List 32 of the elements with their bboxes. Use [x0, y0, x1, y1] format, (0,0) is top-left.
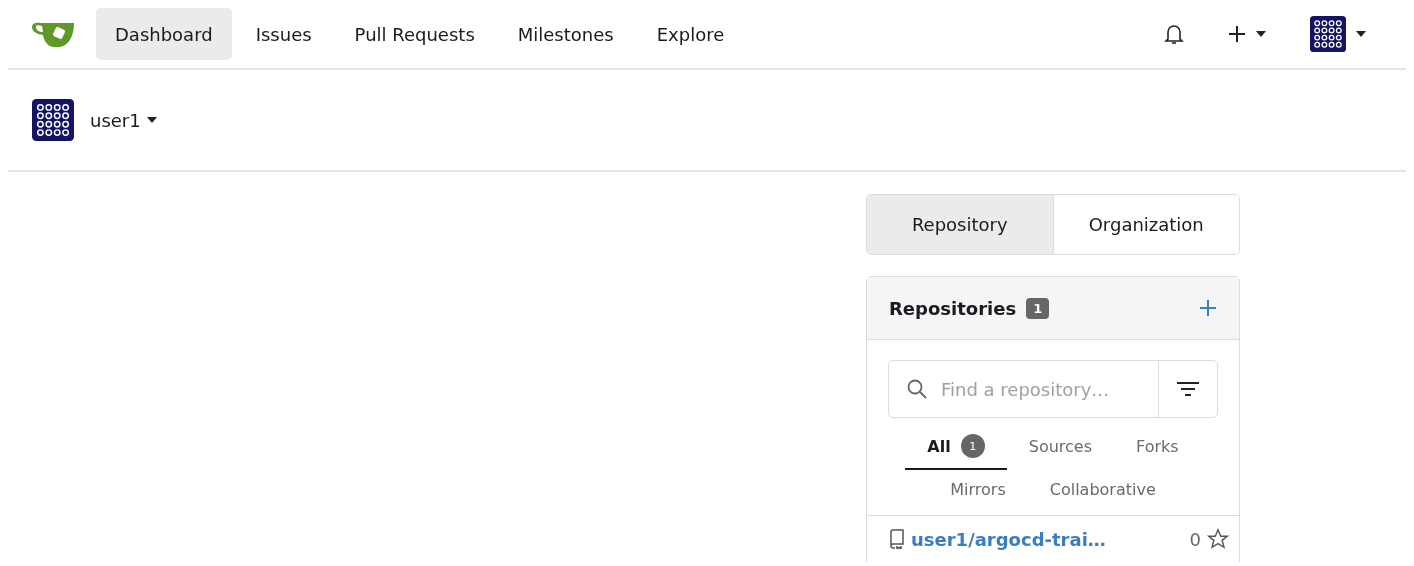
panel-title: Repositories [889, 297, 1017, 319]
caret-icon [146, 117, 157, 123]
switch-tab[interactable]: Repository [867, 195, 1053, 254]
nav-item[interactable]: Dashboard [96, 8, 232, 60]
nav-item[interactable]: Pull Requests [335, 8, 494, 60]
repo-icon [889, 529, 905, 549]
context-user-switch[interactable]: user1 [90, 109, 157, 131]
repo-link[interactable]: user1/argocd-trai… [911, 528, 1106, 550]
create-menu[interactable] [1228, 25, 1266, 43]
nav-item[interactable]: Milestones [498, 8, 633, 60]
filter-tab[interactable]: Mirrors [928, 470, 1028, 511]
caret-icon [1256, 31, 1266, 37]
nav-item[interactable]: Explore [637, 8, 744, 60]
user-menu[interactable] [1310, 16, 1366, 52]
filter-tab[interactable]: Sources [1006, 424, 1114, 470]
switch-tab[interactable]: Organization [1052, 195, 1239, 254]
caret-icon [1356, 31, 1366, 37]
star-icon[interactable] [1207, 528, 1229, 550]
avatar-icon [32, 99, 74, 141]
plus-icon [1228, 25, 1246, 43]
filter-tab[interactable]: All 1 [905, 424, 1007, 470]
nav-item[interactable]: Issues [236, 8, 331, 60]
avatar-icon [1310, 16, 1346, 52]
plus-icon[interactable] [1199, 299, 1217, 317]
filter-tab[interactable]: Forks [1114, 424, 1201, 470]
star-count: 0 [1189, 528, 1201, 550]
count-badge: 1 [960, 434, 985, 458]
search-icon [907, 379, 927, 399]
bell-icon[interactable] [1164, 23, 1184, 45]
filter-icon [1177, 382, 1199, 396]
filter-tab[interactable]: Collaborative [1027, 470, 1178, 511]
count-badge: 1 [1026, 297, 1050, 319]
